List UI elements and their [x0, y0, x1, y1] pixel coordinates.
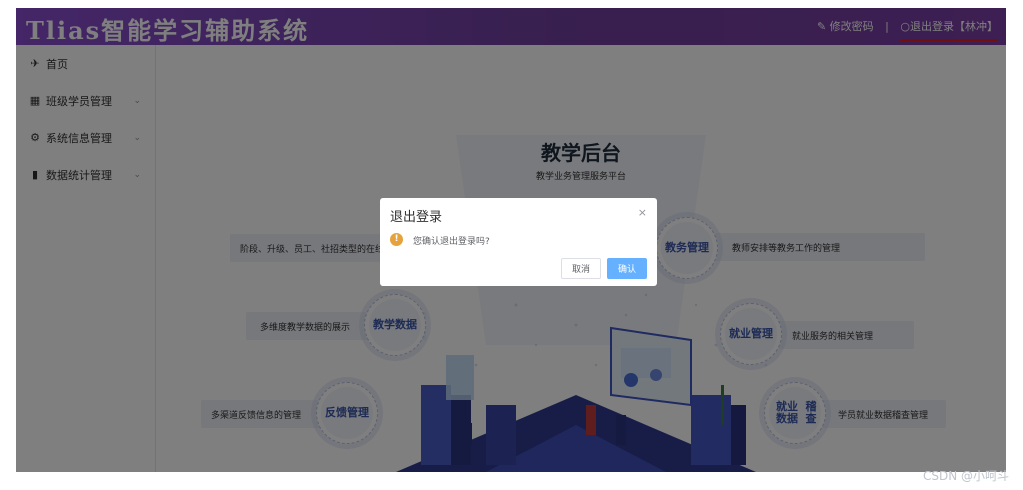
logout-dialog: 退出登录 × ! 您确认退出登录吗? 取消 确认 [380, 198, 657, 286]
app-window: Tlias智能学习辅助系统 ✎ 修改密码 | ○退出登录【林冲】 ✈ 首页 ▦ … [16, 8, 1006, 472]
dialog-title: 退出登录 [390, 210, 443, 225]
dialog-message: 您确认退出登录吗? [413, 237, 490, 247]
close-icon[interactable]: × [638, 206, 647, 219]
cancel-button[interactable]: 取消 [561, 258, 601, 279]
watermark: CSDN @小呵斗 [922, 469, 1009, 483]
warning-icon: ! [390, 233, 403, 246]
confirm-button[interactable]: 确认 [607, 258, 647, 279]
